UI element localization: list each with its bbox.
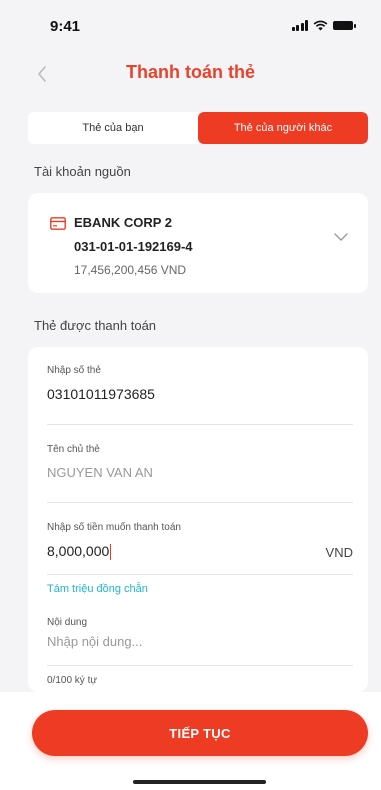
- home-indicator: [133, 780, 266, 784]
- amount-label: Nhập số tiền muốn thanh toán: [47, 522, 181, 533]
- card-icon: [50, 217, 66, 230]
- chevron-down-icon[interactable]: [334, 233, 348, 241]
- continue-button[interactable]: TIẾP TỤC: [32, 710, 368, 756]
- tab-own-card[interactable]: Thẻ của bạn: [28, 112, 198, 144]
- content-field[interactable]: Nội dung Nhập nội dung...: [47, 617, 353, 649]
- source-account-card[interactable]: EBANK CORP 2 031-01-01-192169-4 17,456,2…: [28, 193, 368, 293]
- signal-icon: [291, 20, 308, 31]
- status-time: 9:41: [50, 18, 81, 35]
- payment-card-label: Thẻ được thanh toán: [34, 318, 157, 333]
- wifi-icon: [313, 20, 328, 31]
- account-name: EBANK CORP 2: [74, 215, 173, 230]
- account-number: 031-01-01-192169-4: [74, 239, 193, 254]
- header: Thanh toán thẻ: [0, 56, 381, 96]
- text-caret: [110, 543, 112, 560]
- holder-name-label: Tên chủ thẻ: [47, 444, 100, 455]
- status-bar: 9:41: [0, 0, 381, 56]
- page-title: Thanh toán thẻ: [126, 62, 255, 82]
- divider: [47, 665, 353, 666]
- status-icons: [291, 20, 356, 31]
- amount-unit: VND: [325, 544, 353, 560]
- divider: [47, 502, 353, 503]
- card-number-label: Nhập số thẻ: [47, 365, 101, 376]
- content-input[interactable]: Nhập nội dung...: [47, 634, 353, 649]
- holder-name-field[interactable]: Tên chủ thẻ NGUYEN VAN AN: [47, 444, 353, 480]
- footer: TIẾP TỤC: [0, 692, 381, 790]
- divider: [47, 574, 353, 575]
- battery-icon: [333, 21, 356, 30]
- card-number-field[interactable]: Nhập số thẻ 03101011973685: [47, 365, 353, 402]
- amount-input[interactable]: 8,000,000: [47, 543, 112, 561]
- divider: [47, 424, 353, 425]
- tab-bar: Thẻ của bạn Thẻ của người khác: [28, 112, 368, 144]
- source-account-label: Tài khoản nguồn: [34, 164, 131, 179]
- card-number-input[interactable]: 03101011973685: [47, 386, 353, 402]
- char-counter: 0/100 ký tự: [47, 675, 98, 686]
- payment-form-card: Nhập số thẻ 03101011973685 Tên chủ thẻ N…: [28, 347, 368, 692]
- tab-other-card[interactable]: Thẻ của người khác: [198, 112, 368, 144]
- content-label: Nội dung: [47, 617, 88, 628]
- amount-field[interactable]: Nhập số tiền muốn thanh toán 8,000,000 V…: [47, 522, 353, 561]
- amount-value: 8,000,000: [47, 543, 110, 559]
- account-balance: 17,456,200,456 VND: [74, 263, 187, 277]
- holder-name-input[interactable]: NGUYEN VAN AN: [47, 465, 353, 480]
- amount-in-words: Tám triệu đồng chẵn: [47, 583, 148, 595]
